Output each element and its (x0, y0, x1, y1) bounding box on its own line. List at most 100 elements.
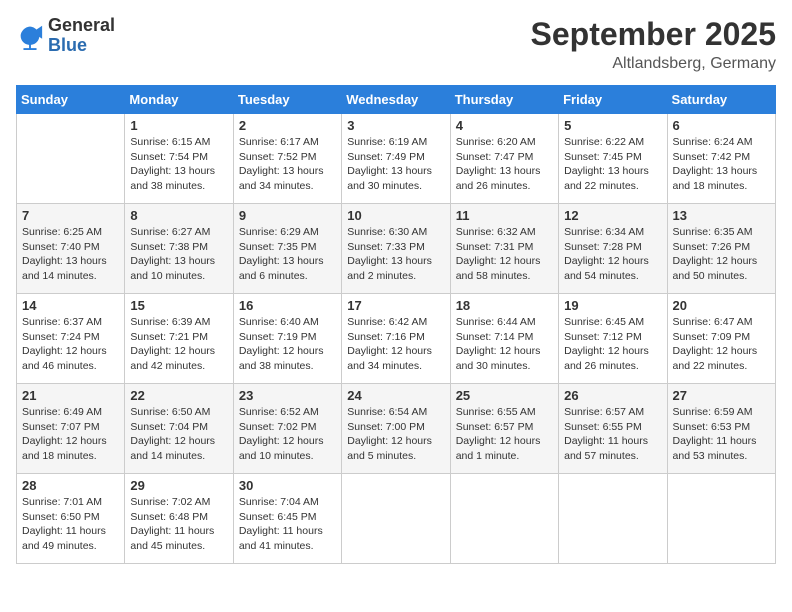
day-number: 4 (456, 118, 553, 133)
day-number: 17 (347, 298, 444, 313)
day-info: Sunrise: 6:42 AM Sunset: 7:16 PM Dayligh… (347, 315, 444, 374)
day-number: 27 (673, 388, 770, 403)
calendar-cell: 25 Sunrise: 6:55 AM Sunset: 6:57 PM Dayli… (450, 384, 558, 474)
day-info: Sunrise: 6:49 AM Sunset: 7:07 PM Dayligh… (22, 405, 119, 464)
day-number: 3 (347, 118, 444, 133)
calendar-cell: 14Sunrise: 6:37 AM Sunset: 7:24 PM Dayli… (17, 294, 125, 384)
day-number: 22 (130, 388, 227, 403)
calendar-cell: 4 Sunrise: 6:20 AM Sunset: 7:47 PM Daylig… (450, 114, 558, 204)
day-info: Sunrise: 6:27 AM Sunset: 7:38 PM Dayligh… (130, 225, 227, 284)
header-day-tuesday: Tuesday (233, 86, 341, 114)
calendar-cell: 3Sunrise: 6:19 AM Sunset: 7:49 PM Daylig… (342, 114, 450, 204)
day-number: 11 (456, 208, 553, 223)
day-number: 26 (564, 388, 661, 403)
day-info: Sunrise: 6:34 AM Sunset: 7:28 PM Dayligh… (564, 225, 661, 284)
header-day-sunday: Sunday (17, 86, 125, 114)
logo-icon (16, 22, 44, 50)
calendar-cell (450, 474, 558, 564)
day-info: Sunrise: 6:25 AM Sunset: 7:40 PM Dayligh… (22, 225, 119, 284)
calendar-cell: 15Sunrise: 6:39 AM Sunset: 7:21 PM Dayli… (125, 294, 233, 384)
day-number: 10 (347, 208, 444, 223)
calendar-cell: 5 Sunrise: 6:22 AM Sunset: 7:45 PM Daylig… (559, 114, 667, 204)
day-number: 5 (564, 118, 661, 133)
header-day-monday: Monday (125, 86, 233, 114)
calendar-cell: 17 Sunrise: 6:42 AM Sunset: 7:16 PM Dayli… (342, 294, 450, 384)
day-number: 2 (239, 118, 336, 133)
day-info: Sunrise: 6:30 AM Sunset: 7:33 PM Dayligh… (347, 225, 444, 284)
day-number: 19 (564, 298, 661, 313)
day-info: Sunrise: 6:24 AM Sunset: 7:42 PM Dayligh… (673, 135, 770, 194)
calendar-cell: 2 Sunrise: 6:17 AM Sunset: 7:52 PM Daylig… (233, 114, 341, 204)
calendar-cell: 30 Sunrise: 7:04 AM Sunset: 6:45 PM Dayli… (233, 474, 341, 564)
day-info: Sunrise: 6:22 AM Sunset: 7:45 PM Dayligh… (564, 135, 661, 194)
day-number: 13 (673, 208, 770, 223)
calendar-cell: 9 Sunrise: 6:29 AM Sunset: 7:35 PM Daylig… (233, 204, 341, 294)
day-number: 14 (22, 298, 119, 313)
day-info: Sunrise: 6:54 AM Sunset: 7:00 PM Dayligh… (347, 405, 444, 464)
day-info: Sunrise: 6:55 AM Sunset: 6:57 PM Dayligh… (456, 405, 553, 464)
calendar-cell: 13 Sunrise: 6:35 AM Sunset: 7:26 PM Dayli… (667, 204, 775, 294)
header-day-thursday: Thursday (450, 86, 558, 114)
day-info: Sunrise: 6:45 AM Sunset: 7:12 PM Dayligh… (564, 315, 661, 374)
day-number: 30 (239, 478, 336, 493)
week-row-2: 7 Sunrise: 6:25 AM Sunset: 7:40 PM Daylig… (17, 204, 776, 294)
day-info: Sunrise: 6:40 AM Sunset: 7:19 PM Dayligh… (239, 315, 336, 374)
day-number: 20 (673, 298, 770, 313)
header-row: SundayMondayTuesdayWednesdayThursdayFrid… (17, 86, 776, 114)
logo-general: General Blue (48, 16, 115, 56)
calendar-cell: 27 Sunrise: 6:59 AM Sunset: 6:53 PM Dayli… (667, 384, 775, 474)
day-info: Sunrise: 7:04 AM Sunset: 6:45 PM Dayligh… (239, 495, 336, 554)
day-number: 29 (130, 478, 227, 493)
day-number: 6 (673, 118, 770, 133)
calendar-cell: 18 Sunrise: 6:44 AM Sunset: 7:14 PM Dayli… (450, 294, 558, 384)
day-info: Sunrise: 6:35 AM Sunset: 7:26 PM Dayligh… (673, 225, 770, 284)
day-info: Sunrise: 6:32 AM Sunset: 7:31 PM Dayligh… (456, 225, 553, 284)
calendar-cell: 29 Sunrise: 7:02 AM Sunset: 6:48 PM Dayli… (125, 474, 233, 564)
header-day-saturday: Saturday (667, 86, 775, 114)
day-number: 25 (456, 388, 553, 403)
week-row-5: 28 Sunrise: 7:01 AM Sunset: 6:50 PM Dayli… (17, 474, 776, 564)
day-number: 7 (22, 208, 119, 223)
day-info: Sunrise: 6:47 AM Sunset: 7:09 PM Dayligh… (673, 315, 770, 374)
calendar-cell: 23 Sunrise: 6:52 AM Sunset: 7:02 PM Dayli… (233, 384, 341, 474)
day-info: Sunrise: 6:57 AM Sunset: 6:55 PM Dayligh… (564, 405, 661, 464)
day-info: Sunrise: 6:20 AM Sunset: 7:47 PM Dayligh… (456, 135, 553, 194)
day-number: 1 (130, 118, 227, 133)
calendar-cell: 7 Sunrise: 6:25 AM Sunset: 7:40 PM Daylig… (17, 204, 125, 294)
day-info: Sunrise: 6:15 AM Sunset: 7:54 PM Dayligh… (130, 135, 227, 194)
day-number: 28 (22, 478, 119, 493)
calendar-cell: 16Sunrise: 6:40 AM Sunset: 7:19 PM Dayli… (233, 294, 341, 384)
day-number: 24 (347, 388, 444, 403)
header: General Blue September 2025 Altlandsberg… (16, 16, 776, 73)
day-info: Sunrise: 7:01 AM Sunset: 6:50 PM Dayligh… (22, 495, 119, 554)
day-info: Sunrise: 7:02 AM Sunset: 6:48 PM Dayligh… (130, 495, 227, 554)
day-info: Sunrise: 6:29 AM Sunset: 7:35 PM Dayligh… (239, 225, 336, 284)
calendar-cell: 11 Sunrise: 6:32 AM Sunset: 7:31 PM Dayli… (450, 204, 558, 294)
day-number: 18 (456, 298, 553, 313)
calendar-cell: 22 Sunrise: 6:50 AM Sunset: 7:04 PM Dayli… (125, 384, 233, 474)
day-number: 12 (564, 208, 661, 223)
header-day-friday: Friday (559, 86, 667, 114)
calendar-cell: 20 Sunrise: 6:47 AM Sunset: 7:09 PM Dayli… (667, 294, 775, 384)
calendar-cell (667, 474, 775, 564)
calendar-cell (17, 114, 125, 204)
day-info: Sunrise: 6:59 AM Sunset: 6:53 PM Dayligh… (673, 405, 770, 464)
calendar-cell: 28 Sunrise: 7:01 AM Sunset: 6:50 PM Dayli… (17, 474, 125, 564)
day-info: Sunrise: 6:44 AM Sunset: 7:14 PM Dayligh… (456, 315, 553, 374)
calendar-cell: 21 Sunrise: 6:49 AM Sunset: 7:07 PM Dayli… (17, 384, 125, 474)
day-number: 9 (239, 208, 336, 223)
title-area: September 2025 Altlandsberg, Germany (531, 16, 776, 73)
calendar-cell: 10 Sunrise: 6:30 AM Sunset: 7:33 PM Dayli… (342, 204, 450, 294)
day-number: 8 (130, 208, 227, 223)
calendar-cell: 8 Sunrise: 6:27 AM Sunset: 7:38 PM Daylig… (125, 204, 233, 294)
header-day-wednesday: Wednesday (342, 86, 450, 114)
calendar-cell: 1 Sunrise: 6:15 AM Sunset: 7:54 PM Daylig… (125, 114, 233, 204)
day-number: 21 (22, 388, 119, 403)
week-row-4: 21 Sunrise: 6:49 AM Sunset: 7:07 PM Dayli… (17, 384, 776, 474)
day-info: Sunrise: 6:52 AM Sunset: 7:02 PM Dayligh… (239, 405, 336, 464)
day-info: Sunrise: 6:50 AM Sunset: 7:04 PM Dayligh… (130, 405, 227, 464)
day-number: 23 (239, 388, 336, 403)
calendar-cell: 12 Sunrise: 6:34 AM Sunset: 7:28 PM Dayli… (559, 204, 667, 294)
day-info: Sunrise: 6:17 AM Sunset: 7:52 PM Dayligh… (239, 135, 336, 194)
week-row-1: 1 Sunrise: 6:15 AM Sunset: 7:54 PM Daylig… (17, 114, 776, 204)
